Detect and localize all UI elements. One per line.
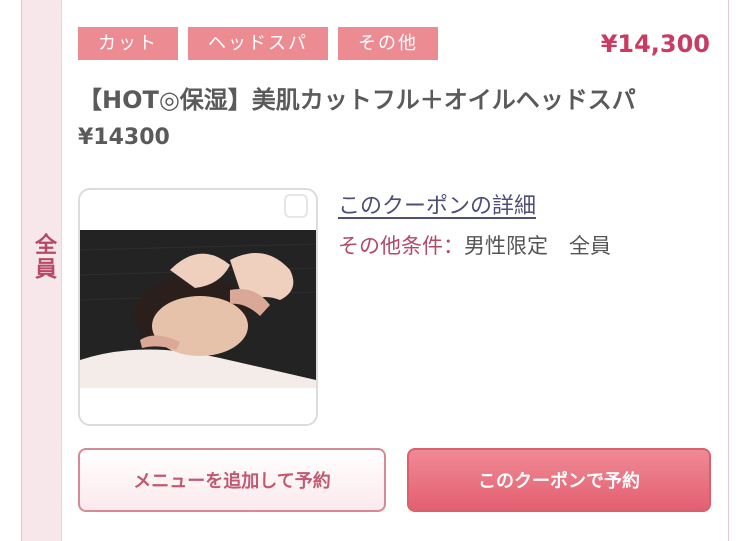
conditions-value: 男性限定 全員 [464, 234, 611, 258]
coupon-detail-link[interactable]: このクーポンの詳細 [338, 188, 536, 220]
add-menu-reserve-button[interactable]: メニューを追加して予約 [78, 448, 386, 512]
headspa-photo-icon [80, 230, 316, 388]
right-border [728, 0, 750, 541]
coupon-title: 【HOT◎保湿】美肌カットフル＋オイルヘッドスパ [78, 86, 636, 114]
left-border [0, 0, 22, 541]
coupon-photo [80, 230, 316, 388]
coupon-photo-card[interactable] [78, 188, 318, 426]
tag-other: その他 [338, 27, 438, 60]
reserve-coupon-button[interactable]: このクーポンで予約 [407, 448, 711, 512]
target-label: 全員 [31, 233, 56, 281]
conditions-label: その他条件： [338, 234, 464, 258]
conditions-row: その他条件：男性限定 全員 [338, 230, 611, 260]
tag-cut: カット [78, 27, 178, 60]
tag-headspa: ヘッドスパ [188, 27, 328, 60]
coupon-price-plain: ¥14300 [78, 125, 170, 150]
photo-checkbox[interactable] [284, 194, 308, 218]
category-tags: カット ヘッドスパ その他 [78, 27, 438, 60]
coupon-price: ¥14,300 [600, 30, 710, 58]
